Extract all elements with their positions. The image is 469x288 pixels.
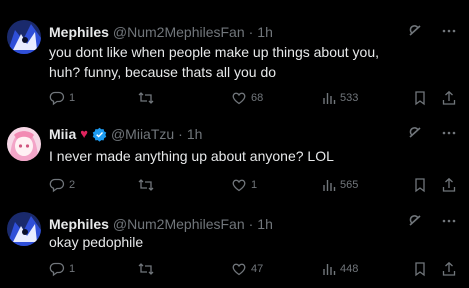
reply-count: 2 [69,179,76,191]
reply-button[interactable]: 1 [49,261,75,277]
user-handle[interactable]: @Num2MephilesFan [113,215,245,233]
timestamp[interactable]: 1h [187,125,203,143]
avatar[interactable] [7,127,41,161]
tweet[interactable]: Miia ♥ @MiiaTzu · 1h I never made anythi… [0,96,469,193]
tweet[interactable]: Mephiles @Num2MephilesFan · 1h okay pedo… [0,192,469,288]
display-name[interactable]: Miia [49,125,76,143]
like-icon [231,177,247,193]
tweet-header: Mephiles @Num2MephilesFan · 1h [49,215,273,233]
reply-icon [49,261,65,277]
reply-count: 1 [69,263,76,275]
timestamp[interactable]: 1h [257,23,273,41]
views-button[interactable]: 448 [322,261,358,277]
user-handle[interactable]: @MiiaTzu [111,125,174,143]
more-icon[interactable] [441,125,457,141]
bookmark-icon [413,177,427,193]
more-icon[interactable] [441,23,457,39]
separator-dot: · [178,126,183,142]
tweet-top-icons [407,213,457,229]
display-name[interactable]: Mephiles [49,215,109,233]
bookmark-button[interactable] [413,177,427,193]
views-icon [322,261,336,277]
like-button[interactable]: 47 [231,261,263,277]
repost-button[interactable] [137,177,159,193]
tweet-text: you dont like when people make up things… [49,44,380,80]
grok-icon[interactable] [407,23,423,39]
tweet[interactable]: Mephiles @Num2MephilesFan · 1h you dont … [0,0,469,106]
reply-icon [49,177,65,193]
verified-badge-icon [92,127,107,142]
share-button[interactable] [441,261,457,277]
more-icon[interactable] [441,213,457,229]
tweet-top-icons [407,23,457,39]
bookmark-icon [413,261,427,277]
timestamp[interactable]: 1h [257,215,273,233]
heart-emoji: ♥ [80,126,88,141]
tweet-top-icons [407,125,457,141]
display-name[interactable]: Mephiles [49,23,109,41]
share-button[interactable] [441,177,457,193]
repost-icon [137,177,155,193]
share-icon [441,261,457,277]
views-count: 565 [340,179,359,191]
grok-icon[interactable] [407,125,423,141]
like-icon [231,261,247,277]
repost-icon [137,261,155,277]
repost-button[interactable] [137,261,159,277]
avatar[interactable] [7,212,41,246]
user-handle[interactable]: @Num2MephilesFan [113,23,245,41]
tweet-header: Miia ♥ @MiiaTzu · 1h [49,125,202,143]
tweet-text: I never made anything up about anyone? L… [49,148,334,164]
separator-dot: · [248,24,254,40]
tweet-text: okay pedophile [49,234,144,250]
views-button[interactable]: 565 [322,177,358,193]
like-count: 1 [251,179,258,191]
separator-dot: · [248,216,254,232]
tweet-actions: 1 47 448 [49,261,459,279]
like-button[interactable]: 1 [231,177,257,193]
like-count: 47 [251,263,264,275]
tweet-header: Mephiles @Num2MephilesFan · 1h [49,23,273,41]
reply-button[interactable]: 2 [49,177,75,193]
share-icon [441,177,457,193]
avatar[interactable] [7,20,41,54]
views-count: 448 [340,263,359,275]
grok-icon[interactable] [407,213,423,229]
views-icon [322,177,336,193]
bookmark-button[interactable] [413,261,427,277]
